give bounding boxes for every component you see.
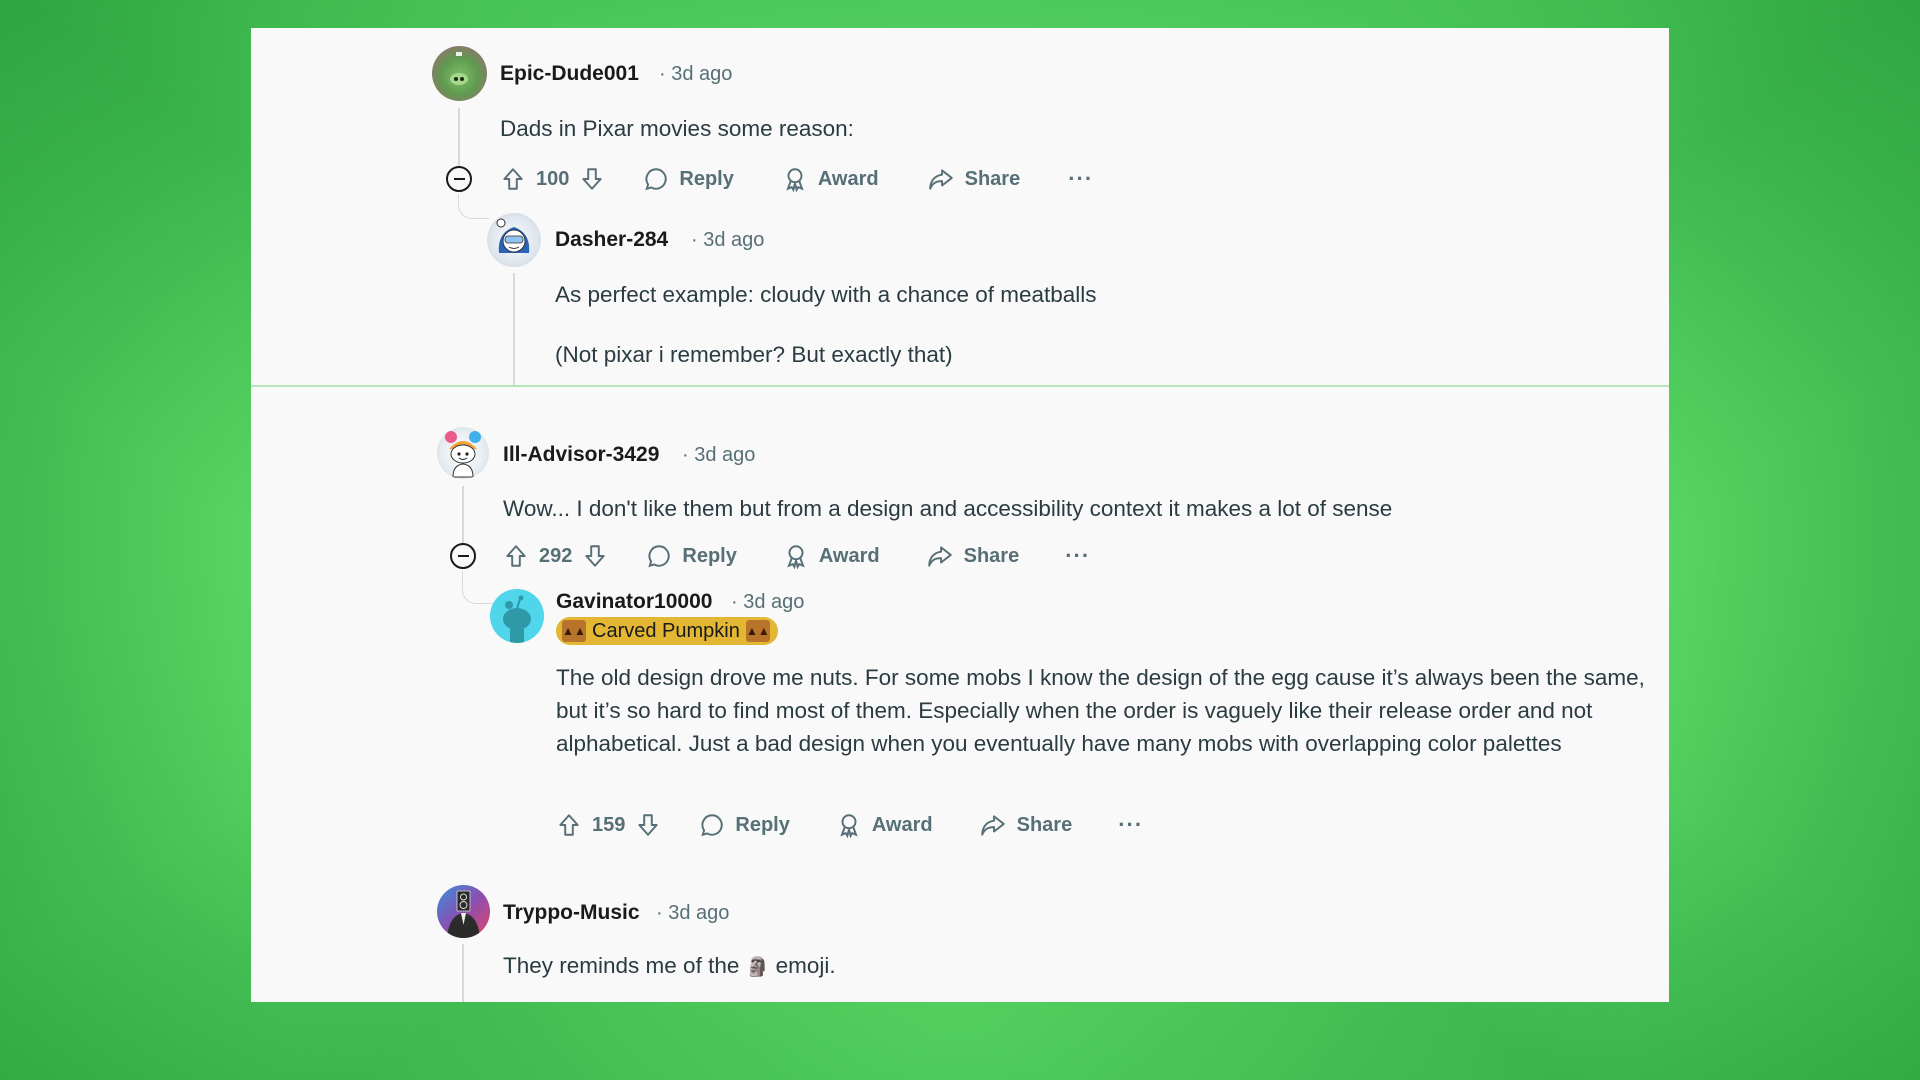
collapse-thread-button[interactable] — [446, 166, 472, 192]
more-options-button[interactable]: ··· — [1065, 543, 1090, 569]
share-label: Share — [963, 544, 1020, 567]
share-label: Share — [964, 167, 1021, 190]
vote-group: 159 — [556, 812, 661, 838]
avatar[interactable] — [437, 885, 490, 938]
comment-actions: 100 Reply Award Share ··· — [500, 162, 1093, 196]
reply-timestamp: · 3d ago — [691, 229, 765, 251]
share-button[interactable]: Share — [927, 166, 1021, 192]
thread-connector — [462, 571, 493, 604]
downvote-icon[interactable] — [582, 543, 608, 569]
vote-count: 159 — [592, 813, 626, 836]
reply-body-paragraph: As perfect example: cloudy with a chance… — [555, 282, 1097, 307]
share-label: Share — [1016, 813, 1073, 836]
divider — [251, 385, 1669, 387]
vote-count: 100 — [536, 167, 570, 190]
more-icon: ··· — [1118, 812, 1144, 837]
avatar[interactable] — [437, 427, 489, 479]
reply-body-paragraph: (Not pixar i remember? But exactly that) — [555, 342, 953, 367]
comment-bubble-icon — [643, 166, 669, 192]
comment-timestamp: · 3d ago — [659, 63, 733, 85]
award-icon — [836, 812, 862, 838]
reply-timestamp: · 3d ago — [731, 591, 805, 613]
share-button[interactable]: Share — [926, 543, 1020, 569]
more-icon: ··· — [1068, 166, 1094, 191]
award-button[interactable]: Award — [783, 543, 880, 569]
avatar[interactable] — [490, 589, 544, 643]
green-pig-icon — [450, 52, 468, 85]
share-icon — [927, 166, 955, 192]
thread-connector — [458, 194, 489, 219]
avatar[interactable] — [432, 46, 487, 101]
reply-label: Reply — [682, 544, 737, 567]
avatar[interactable] — [487, 213, 541, 267]
vote-count: 292 — [539, 544, 573, 567]
reply-author[interactable]: Dasher-284 — [555, 228, 668, 252]
reply-body: The old design drove me nuts. For some m… — [556, 665, 1645, 756]
speaker-head-icon — [447, 890, 480, 938]
award-button[interactable]: Award — [836, 812, 933, 838]
comment-body-text: They reminds me of the — [503, 953, 740, 978]
comment-actions: 292 Reply Award Share ··· — [503, 539, 1090, 573]
comment-bubble-icon — [646, 543, 672, 569]
comment-bubble-icon — [699, 812, 725, 838]
pumpkin-emoji-icon: ▲▲ — [745, 620, 770, 642]
comment-author[interactable]: Tryppo-Music — [503, 901, 640, 925]
comment-author[interactable]: Ill-Advisor-3429 — [503, 443, 659, 467]
reply-label: Reply — [679, 167, 734, 190]
share-button[interactable]: Share — [979, 812, 1073, 838]
pumpkin-emoji-icon: ▲▲ — [562, 620, 586, 642]
award-icon — [782, 166, 808, 192]
reply-label: Reply — [735, 813, 790, 836]
downvote-icon[interactable] — [635, 812, 661, 838]
comment-author[interactable]: Epic-Dude001 — [500, 62, 639, 86]
upvote-icon[interactable] — [500, 166, 526, 192]
award-icon — [783, 543, 809, 569]
reply-actions: 159 Reply Award Share ··· — [556, 808, 1143, 842]
default-snoo-icon — [503, 595, 531, 643]
award-label: Award — [871, 813, 933, 836]
rainbow-hair-snoo-icon — [445, 431, 481, 478]
more-icon: ··· — [1065, 543, 1091, 568]
more-options-button[interactable]: ··· — [1068, 166, 1093, 192]
downvote-icon[interactable] — [579, 166, 605, 192]
upvote-icon[interactable] — [556, 812, 582, 838]
collapse-thread-button[interactable] — [450, 543, 476, 569]
award-label: Award — [817, 167, 879, 190]
comment-body: They reminds me of the 🗿 emoji. — [503, 953, 836, 979]
comments-panel: Epic-Dude001 · 3d ago Dads in Pixar movi… — [251, 28, 1669, 1002]
reply-button[interactable]: Reply — [646, 543, 737, 569]
comment-body: Dads in Pixar movies some reason: — [500, 116, 854, 141]
flair-text: Carved Pumpkin — [592, 619, 740, 642]
snow-goggles-icon — [496, 218, 530, 253]
thread-line[interactable] — [513, 273, 515, 385]
comment-body: Wow... I don't like them but from a desi… — [503, 496, 1393, 521]
share-icon — [926, 543, 954, 569]
thread-line[interactable] — [462, 944, 464, 1002]
reply-author[interactable]: Gavinator10000 — [556, 590, 712, 614]
upvote-icon[interactable] — [503, 543, 529, 569]
more-options-button[interactable]: ··· — [1118, 812, 1143, 838]
share-icon — [979, 812, 1007, 838]
comment-body-text: emoji. — [775, 953, 836, 978]
moai-emoji-icon: 🗿 — [745, 957, 770, 978]
comment-timestamp: · 3d ago — [656, 902, 730, 924]
user-flair: ▲▲ Carved Pumpkin ▲▲ — [556, 617, 778, 645]
vote-group: 292 — [503, 543, 608, 569]
reply-button[interactable]: Reply — [643, 166, 734, 192]
comment-timestamp: · 3d ago — [682, 444, 756, 466]
award-label: Award — [818, 544, 880, 567]
award-button[interactable]: Award — [782, 166, 879, 192]
reply-button[interactable]: Reply — [699, 812, 790, 838]
vote-group: 100 — [500, 166, 605, 192]
